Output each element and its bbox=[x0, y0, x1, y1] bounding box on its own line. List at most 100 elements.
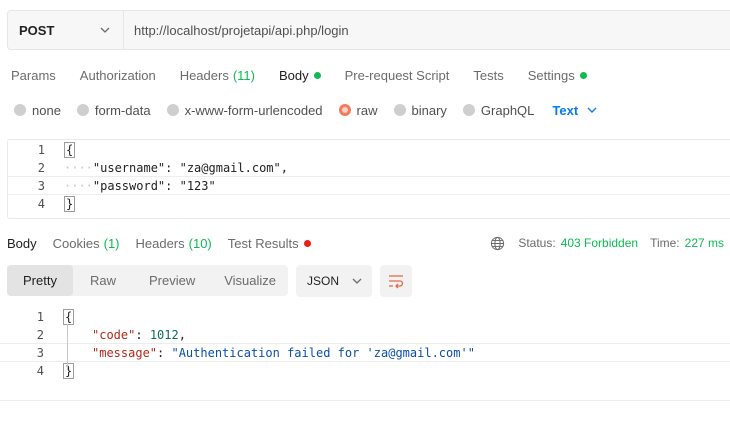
line-number: 3 bbox=[36, 345, 44, 360]
method-label: POST bbox=[19, 22, 55, 38]
status-label: Status: bbox=[518, 236, 556, 250]
json-key: "message" bbox=[92, 345, 158, 360]
view-mode-label: Raw bbox=[89, 273, 116, 288]
tab-settings[interactable]: Settings bbox=[528, 66, 587, 84]
line-number: 1 bbox=[36, 310, 44, 324]
view-mode-preview[interactable]: Preview bbox=[129, 265, 208, 296]
status-value[interactable]: 403 Forbidden bbox=[561, 236, 638, 250]
line-number: 4 bbox=[37, 197, 45, 211]
code-line: 1 { bbox=[8, 141, 730, 159]
code-line: 2 "code": 1012, bbox=[0, 326, 730, 344]
tab-authorization[interactable]: Authorization bbox=[80, 66, 156, 84]
json-sep: : bbox=[157, 345, 172, 360]
radio-circle bbox=[14, 104, 26, 116]
status-dot bbox=[303, 239, 311, 247]
tab-label: Body bbox=[7, 235, 37, 251]
chevron-down-icon bbox=[587, 107, 597, 113]
response-status: Status: 403 Forbidden Time: 227 ms bbox=[490, 235, 724, 251]
json-key: "code" bbox=[92, 327, 136, 342]
tab-response-body[interactable]: Body bbox=[7, 236, 37, 251]
response-body-viewer[interactable]: 1 { 2 "code": 1012, 3 "message": "Authen… bbox=[0, 308, 730, 380]
chevron-down-icon bbox=[352, 278, 362, 284]
radio-x-www-form-urlencoded[interactable]: x-www-form-urlencoded bbox=[166, 102, 323, 118]
body-format-select[interactable]: Text bbox=[552, 103, 598, 118]
request-tabs: Params Authorization Headers (11) Body Pr… bbox=[11, 66, 611, 84]
radio-circle-selected bbox=[338, 104, 351, 116]
radio-binary[interactable]: binary bbox=[393, 102, 447, 118]
view-mode-label: Pretty bbox=[23, 273, 57, 288]
request-url-bar: POST bbox=[7, 10, 730, 50]
radio-circle bbox=[393, 104, 406, 116]
tab-tests[interactable]: Tests bbox=[473, 66, 503, 84]
response-tabs: Body Cookies (1) Headers (10) Test Results bbox=[7, 235, 327, 251]
divider bbox=[0, 400, 730, 401]
json-key: "username" bbox=[92, 160, 166, 175]
view-mode-label: Preview bbox=[148, 273, 196, 288]
tab-label: Headers bbox=[179, 67, 229, 83]
indent-dots: ···· bbox=[64, 178, 93, 193]
tab-count: (10) bbox=[188, 235, 212, 251]
radio-circle bbox=[462, 104, 475, 116]
radio-label: raw bbox=[356, 102, 378, 118]
tab-pre-request-script[interactable]: Pre-request Script bbox=[345, 66, 450, 84]
wrap-lines-icon bbox=[389, 275, 404, 289]
view-mode-visualize[interactable]: Visualize bbox=[208, 265, 289, 296]
brace-open: { bbox=[64, 142, 76, 158]
json-key: "password" bbox=[92, 178, 166, 193]
tab-label: Body bbox=[278, 67, 309, 83]
url-input[interactable] bbox=[124, 11, 730, 49]
line-number: 3 bbox=[37, 178, 45, 193]
radio-none[interactable]: none bbox=[14, 103, 61, 118]
body-type-radios: none form-data x-www-form-urlencoded raw… bbox=[14, 102, 598, 118]
time-value[interactable]: 227 ms bbox=[685, 236, 724, 250]
brace-open: { bbox=[63, 309, 75, 325]
radio-circle bbox=[76, 104, 89, 116]
globe-icon[interactable] bbox=[490, 236, 505, 251]
status-dot bbox=[579, 71, 587, 79]
tab-label: Headers bbox=[135, 235, 185, 251]
code-line: 3 "message": "Authentication failed for … bbox=[0, 344, 730, 362]
radio-label: GraphQL bbox=[480, 102, 535, 118]
view-mode-raw[interactable]: Raw bbox=[73, 265, 129, 296]
status-dot bbox=[313, 71, 321, 79]
tab-cookies[interactable]: Cookies (1) bbox=[53, 236, 120, 251]
json-value: "Authentication failed for 'za@gmail.com… bbox=[171, 345, 475, 360]
radio-raw[interactable]: raw bbox=[338, 102, 378, 118]
json-value: 1012 bbox=[149, 327, 179, 342]
method-select[interactable]: POST bbox=[8, 11, 124, 49]
radio-graphql[interactable]: GraphQL bbox=[462, 102, 535, 118]
tab-test-results[interactable]: Test Results bbox=[228, 236, 311, 251]
tab-label: Pre-request Script bbox=[344, 67, 450, 83]
tab-params[interactable]: Params bbox=[11, 66, 56, 84]
response-format-label: JSON bbox=[307, 274, 340, 288]
code-line: 4 } bbox=[0, 362, 730, 380]
radio-circle bbox=[166, 104, 179, 116]
body-format-label: Text bbox=[552, 102, 579, 118]
json-sep: : bbox=[165, 178, 180, 193]
response-format-select[interactable]: JSON bbox=[296, 265, 372, 297]
code-line: 3 ····"password": "123" bbox=[8, 177, 730, 195]
wrap-lines-button[interactable] bbox=[380, 265, 412, 297]
view-mode-toggle: Pretty Raw Preview Visualize bbox=[7, 265, 288, 296]
tab-label: Tests bbox=[473, 67, 504, 83]
tab-label: Params bbox=[11, 67, 56, 83]
tab-response-headers[interactable]: Headers (10) bbox=[136, 236, 212, 251]
tab-body[interactable]: Body bbox=[279, 66, 321, 84]
radio-label: binary bbox=[411, 102, 447, 118]
time-label: Time: bbox=[650, 236, 680, 250]
line-number: 1 bbox=[37, 143, 45, 157]
tab-label: Authorization bbox=[79, 67, 156, 83]
request-body-editor[interactable]: 1 { 2 ····"username": "za@gmail.com", 3 … bbox=[7, 139, 730, 219]
tab-headers[interactable]: Headers (11) bbox=[180, 66, 255, 84]
json-value: "za@gmail.com", bbox=[179, 160, 288, 175]
brace-close: } bbox=[64, 196, 76, 212]
radio-label: x-www-form-urlencoded bbox=[184, 102, 323, 118]
radio-form-data[interactable]: form-data bbox=[76, 103, 151, 118]
view-mode-pretty[interactable]: Pretty bbox=[7, 265, 73, 296]
json-comma: , bbox=[178, 327, 186, 342]
radio-label: none bbox=[32, 102, 61, 118]
line-number: 2 bbox=[37, 160, 45, 175]
tab-count: (1) bbox=[103, 235, 120, 251]
json-sep: : bbox=[135, 327, 150, 342]
indent-dots: ···· bbox=[64, 160, 93, 175]
